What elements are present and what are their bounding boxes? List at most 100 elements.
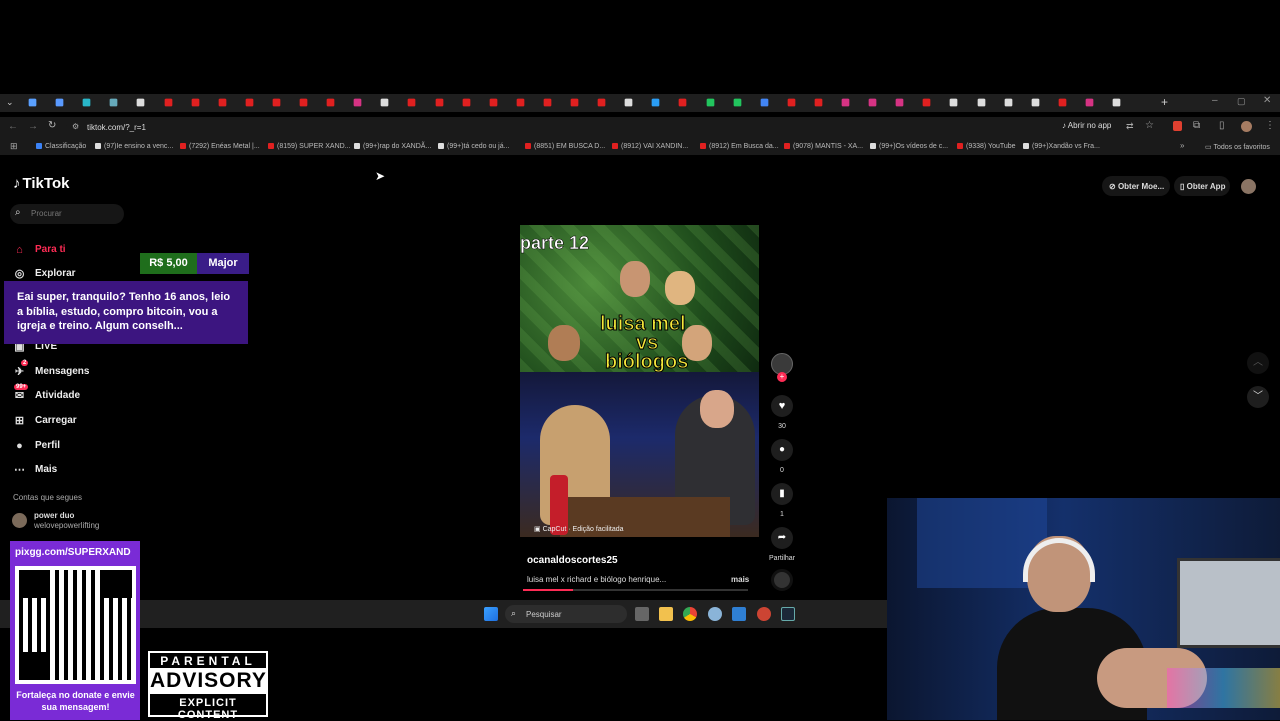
profile-avatar-icon[interactable] xyxy=(1241,121,1252,132)
browser-tab[interactable] xyxy=(489,98,498,107)
browser-tab[interactable] xyxy=(597,98,606,107)
new-tab-button[interactable]: + xyxy=(1161,95,1168,109)
next-video-button[interactable]: ﹀ xyxy=(1247,386,1269,408)
browser-tab[interactable] xyxy=(814,98,823,107)
sidebar-item-carregar[interactable]: ⊞ Carregar xyxy=(13,414,77,427)
video-progress-bar[interactable] xyxy=(523,589,748,591)
bookmark-item[interactable]: (8851) EM BUSCA D... xyxy=(525,143,605,150)
open-in-app-button[interactable]: ♪ Abrir no app xyxy=(1062,121,1111,130)
comment-button[interactable]: ● xyxy=(771,439,793,461)
app-icon[interactable] xyxy=(757,607,771,621)
browser-tab[interactable] xyxy=(326,98,335,107)
bookmark-item[interactable]: (97)Ie ensino a venc... xyxy=(95,143,173,150)
browser-tab[interactable] xyxy=(408,98,416,107)
task-view-icon[interactable] xyxy=(635,607,649,621)
browser-tab[interactable] xyxy=(868,98,877,107)
music-disc[interactable] xyxy=(771,569,793,591)
browser-tab[interactable] xyxy=(977,98,985,107)
bookmark-item[interactable]: (8912) Em Busca da... xyxy=(700,143,779,150)
tab-list-dropdown-icon[interactable]: ⌄ xyxy=(6,97,14,108)
share-button[interactable]: ➦ xyxy=(771,527,793,549)
translate-icon[interactable]: ⇄ xyxy=(1126,121,1134,132)
star-icon[interactable]: ☆ xyxy=(1145,120,1154,131)
sidebar-item-explorar[interactable]: ◎ Explorar xyxy=(13,267,76,280)
video-author[interactable]: ocanaldoscortes25 xyxy=(527,555,618,566)
browser-tab[interactable] xyxy=(651,98,660,107)
browser-tab[interactable] xyxy=(570,98,579,107)
like-button[interactable]: ♥ xyxy=(771,395,793,417)
browser-tab[interactable] xyxy=(895,98,904,107)
browser-tab[interactable] xyxy=(624,98,633,107)
bookmark-item[interactable]: (9078) MANTIS - XA... xyxy=(784,143,863,150)
reload-icon[interactable]: ↻ xyxy=(48,120,56,131)
browser-tab[interactable] xyxy=(922,98,931,107)
minimize-button[interactable]: – xyxy=(1212,95,1218,106)
maximize-button[interactable]: ▢ xyxy=(1237,96,1246,107)
tiktok-logo[interactable]: ♪ TikTok xyxy=(13,175,69,192)
sidebar-item-mais[interactable]: ⋯ Mais xyxy=(13,463,57,476)
browser-tab[interactable] xyxy=(82,98,91,107)
sidebar-item-atividade[interactable]: ✉ Atividade 99+ xyxy=(13,384,80,402)
menu-icon[interactable]: ⋮ xyxy=(1265,120,1275,131)
browser-tab[interactable] xyxy=(28,98,37,107)
profile-avatar[interactable] xyxy=(1241,179,1256,194)
browser-tab[interactable] xyxy=(706,98,714,107)
browser-tab[interactable] xyxy=(679,98,687,107)
bookmark-item[interactable]: (99+)Os vídeos de c... xyxy=(870,143,948,150)
close-window-button[interactable]: ✕ xyxy=(1263,95,1271,106)
browser-tab[interactable] xyxy=(245,98,254,107)
steam-icon[interactable] xyxy=(781,607,795,621)
browser-tab[interactable] xyxy=(1085,98,1094,107)
browser-tab[interactable] xyxy=(191,98,199,107)
bookmark-item[interactable]: Classificação xyxy=(36,143,86,150)
browser-tab[interactable] xyxy=(109,98,118,107)
browser-tab[interactable] xyxy=(1112,98,1121,107)
browser-tab[interactable] xyxy=(733,98,741,107)
browser-tab[interactable] xyxy=(435,98,443,107)
file-explorer-icon[interactable] xyxy=(659,607,673,621)
bookmark-item[interactable]: (99+)rap do XANDÃ... xyxy=(354,143,431,150)
extension-icon[interactable] xyxy=(1173,121,1182,131)
sidebar-icon[interactable]: ▯ xyxy=(1219,120,1225,131)
apps-grid-icon[interactable]: ⊞ xyxy=(10,141,18,152)
bookmark-item[interactable]: (8159) SUPER XAND... xyxy=(268,143,351,150)
browser-tab[interactable] xyxy=(299,98,308,107)
bookmark-item[interactable]: (9338) YouTube xyxy=(957,143,1016,150)
caption-more-link[interactable]: mais xyxy=(731,575,749,584)
back-icon[interactable]: ← xyxy=(8,121,18,132)
browser-tab[interactable] xyxy=(760,98,769,107)
bookmark-item[interactable]: (99+)Xandão vs Fra... xyxy=(1023,143,1100,150)
taskbar-search-input[interactable]: ⌕ Pesquisar xyxy=(505,605,627,623)
sidebar-item-para-ti[interactable]: ⌂ Para ti xyxy=(13,243,65,256)
browser-tab[interactable] xyxy=(462,98,470,107)
sidebar-item-mensagens[interactable]: ✈ Mensagens 2 xyxy=(13,360,89,378)
forward-icon[interactable]: → xyxy=(28,121,38,132)
get-coins-button[interactable]: ⊘ Obter Moe... xyxy=(1102,176,1170,196)
browser-tab[interactable] xyxy=(1004,98,1012,107)
bookmark-item[interactable]: (99+)tá cedo ou já... xyxy=(438,143,509,150)
bookmark-item[interactable]: (7292) Enéas Metal |... xyxy=(180,143,260,150)
save-button[interactable]: ▮ xyxy=(771,483,793,505)
previous-video-button[interactable]: ︿ xyxy=(1247,352,1269,374)
browser-tab[interactable] xyxy=(1058,98,1067,107)
browser-tab[interactable] xyxy=(787,98,796,107)
bookmarks-overflow-icon[interactable]: » xyxy=(1180,141,1184,150)
sidebar-item-perfil[interactable]: ● Perfil xyxy=(13,439,60,452)
follow-plus-icon[interactable]: + xyxy=(777,372,787,382)
get-app-button[interactable]: ▯ Obter App xyxy=(1174,176,1230,196)
site-info-icon[interactable]: ⚙ xyxy=(72,122,79,131)
extension-icon-2[interactable]: ⧉ xyxy=(1193,120,1200,131)
settings-icon[interactable] xyxy=(708,607,722,621)
browser-tab[interactable] xyxy=(543,98,552,107)
search-input[interactable]: ⌕ Procurar xyxy=(10,204,124,224)
chrome-icon[interactable] xyxy=(683,607,697,621)
bookmark-item[interactable]: (8912) VAI XANDIN... xyxy=(612,143,688,150)
url-field[interactable]: ⚙ tiktok.com/?_r=1 xyxy=(66,119,1066,137)
browser-tab[interactable] xyxy=(55,98,64,107)
browser-tab[interactable] xyxy=(380,98,389,107)
browser-tab[interactable] xyxy=(218,98,227,107)
browser-tab[interactable] xyxy=(841,98,850,107)
browser-tab[interactable] xyxy=(137,98,145,107)
app-icon[interactable] xyxy=(732,607,746,621)
all-bookmarks-button[interactable]: ▭ Todos os favoritos xyxy=(1205,143,1270,151)
